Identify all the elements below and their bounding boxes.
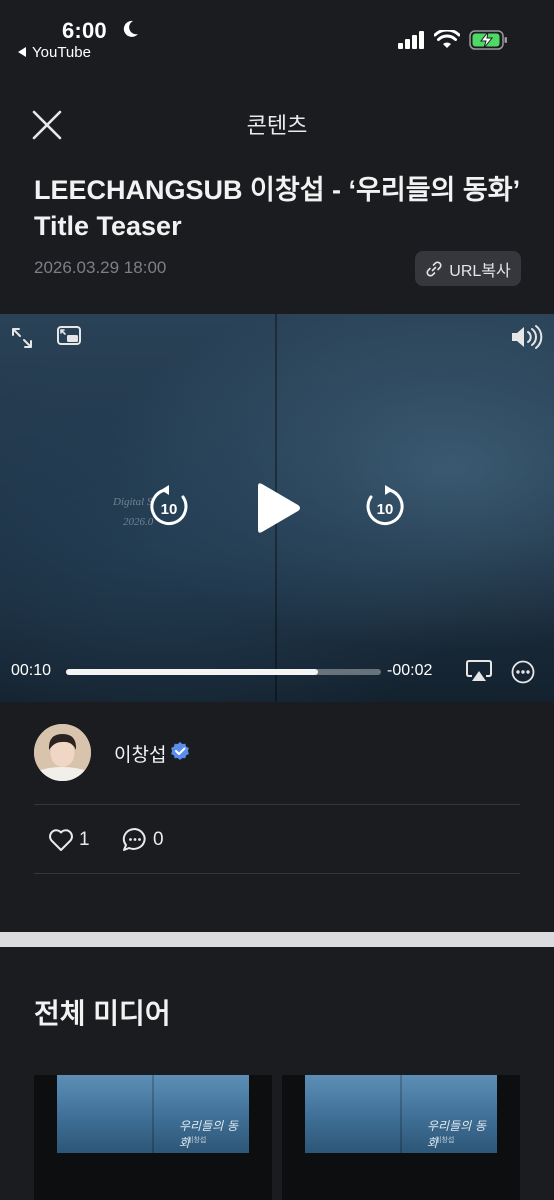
avatar[interactable] (34, 724, 91, 781)
media-thumbnail[interactable]: 우리들의 동화 이창섭 (34, 1075, 272, 1200)
forward-10-icon[interactable]: 10 (362, 484, 408, 530)
copy-url-button[interactable]: URL복사 (415, 251, 521, 286)
svg-text:10: 10 (161, 501, 178, 518)
cellular-signal-icon (398, 31, 424, 49)
rewind-10-icon[interactable]: 10 (146, 484, 192, 530)
moon-icon (123, 20, 138, 37)
reactions-row: 1 0 (48, 826, 348, 854)
thumbnail-script-text: 우리들의 동화 (427, 1119, 487, 1150)
copy-url-label: URL복사 (449, 262, 511, 280)
thumbnail-image: 우리들의 동화 이창섭 (57, 1075, 249, 1153)
post-title: LEECHANGSUB 이창섭 - ‘우리들의 동화’ Title Teaser (34, 175, 520, 241)
thumbnail-script-text: 우리들의 동화 (179, 1119, 239, 1150)
like-count: 1 (79, 829, 90, 850)
author-name[interactable]: 이창섭 (114, 740, 166, 767)
post-date: 2026.03.29 18:00 (34, 258, 167, 277)
fullscreen-expand-icon[interactable] (10, 326, 34, 350)
elapsed-time: 00:10 (11, 662, 52, 679)
progress-fill (66, 669, 318, 675)
comment-icon[interactable] (122, 827, 148, 853)
heart-icon[interactable] (48, 828, 74, 852)
back-app-label: YouTube (32, 44, 91, 61)
svg-text:10: 10 (377, 501, 394, 518)
content-header: 콘텐츠 (0, 96, 554, 152)
play-icon[interactable] (252, 482, 302, 534)
status-time: 6:00 (62, 18, 107, 43)
remaining-time: -00:02 (387, 662, 433, 679)
section-separator (0, 932, 554, 947)
more-options-icon[interactable] (511, 660, 535, 684)
airplay-icon[interactable] (466, 660, 492, 682)
back-to-app-link[interactable]: YouTube (18, 44, 91, 61)
picture-in-picture-icon[interactable] (56, 325, 82, 347)
divider (34, 873, 520, 874)
author-row[interactable]: 이창섭 (34, 724, 520, 782)
back-arrow-icon (18, 47, 26, 57)
thumbnail-sub-text: 이창섭 (187, 1137, 207, 1144)
verified-badge-icon (171, 742, 189, 760)
volume-icon[interactable] (510, 324, 544, 350)
comment-count: 0 (153, 829, 164, 850)
link-icon (426, 260, 442, 277)
page-title: 콘텐츠 (246, 113, 308, 138)
video-player[interactable]: Digital S 2026.0 10 10 00:10 -00:02 (0, 314, 554, 702)
battery-charging-icon (469, 30, 507, 50)
status-bar: 6:00 YouTube (0, 0, 554, 70)
avatar-image (34, 724, 91, 781)
progress-bar[interactable] (66, 669, 381, 675)
thumbnail-sub-text: 이창섭 (435, 1137, 455, 1144)
thumbnail-image: 우리들의 동화 이창섭 (305, 1075, 497, 1153)
divider (34, 804, 520, 805)
media-thumbnail[interactable]: 우리들의 동화 이창섭 (282, 1075, 520, 1200)
section-title: 전체 미디어 (34, 998, 171, 1029)
wifi-icon (434, 30, 460, 48)
